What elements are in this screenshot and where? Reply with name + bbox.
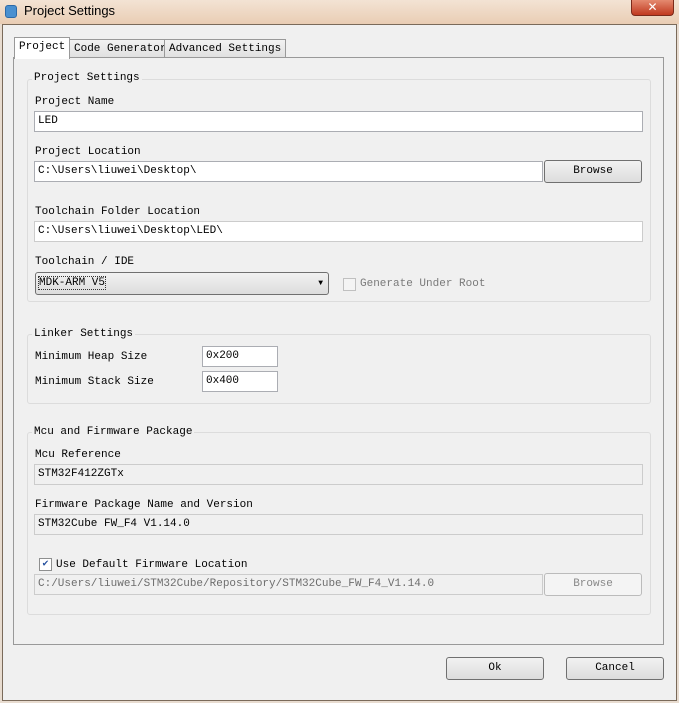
project-name-label: Project Name <box>35 96 115 108</box>
use-default-firmware-checkbox[interactable]: ✔ <box>39 558 52 571</box>
heap-size-label: Minimum Heap Size <box>35 351 148 363</box>
linker-settings-heading: Linker Settings <box>32 328 136 340</box>
project-location-browse-button[interactable]: Browse <box>544 160 642 183</box>
mcu-reference-label: Mcu Reference <box>35 449 121 461</box>
app-icon <box>5 5 17 18</box>
stack-size-label: Minimum Stack Size <box>35 376 154 388</box>
project-name-input[interactable]: LED <box>34 111 643 132</box>
generate-under-root-label: Generate Under Root <box>360 278 486 290</box>
chevron-down-icon: ▼ <box>318 279 323 288</box>
toolchain-select-value: MDK-ARM V5 <box>37 276 107 290</box>
project-location-input[interactable]: C:\Users\liuwei\Desktop\ <box>34 161 543 182</box>
project-location-label: Project Location <box>35 146 141 158</box>
project-settings-heading: Project Settings <box>32 72 142 84</box>
toolchain-select[interactable]: MDK-ARM V5 ▼ <box>35 272 329 295</box>
close-button[interactable]: ✕ <box>631 0 674 16</box>
mcu-firmware-heading: Mcu and Firmware Package <box>32 426 195 438</box>
generate-under-root-checkbox[interactable] <box>343 278 356 291</box>
tab-project[interactable]: Project <box>14 37 71 59</box>
tab-advanced-settings[interactable]: Advanced Settings <box>164 39 287 59</box>
toolchain-folder-input[interactable]: C:\Users\liuwei\Desktop\LED\ <box>34 221 643 242</box>
linker-settings-group <box>27 334 651 404</box>
window-title: Project Settings <box>24 3 116 18</box>
firmware-package-field: STM32Cube FW_F4 V1.14.0 <box>34 514 643 535</box>
firmware-location-browse-button[interactable]: Browse <box>544 573 642 596</box>
ok-button[interactable]: Ok <box>446 657 544 680</box>
stack-size-input[interactable]: 0x400 <box>202 371 278 392</box>
cancel-button[interactable]: Cancel <box>566 657 664 680</box>
tab-code-generator[interactable]: Code Generator <box>69 39 172 59</box>
toolchain-label: Toolchain / IDE <box>35 256 135 268</box>
use-default-firmware-label: Use Default Firmware Location <box>56 559 248 571</box>
firmware-package-label: Firmware Package Name and Version <box>35 499 253 511</box>
mcu-reference-field: STM32F412ZGTx <box>34 464 643 485</box>
heap-size-input[interactable]: 0x200 <box>202 346 278 367</box>
toolchain-folder-label: Toolchain Folder Location <box>35 206 201 218</box>
firmware-location-input[interactable]: C:/Users/liuwei/STM32Cube/Repository/STM… <box>34 574 543 595</box>
